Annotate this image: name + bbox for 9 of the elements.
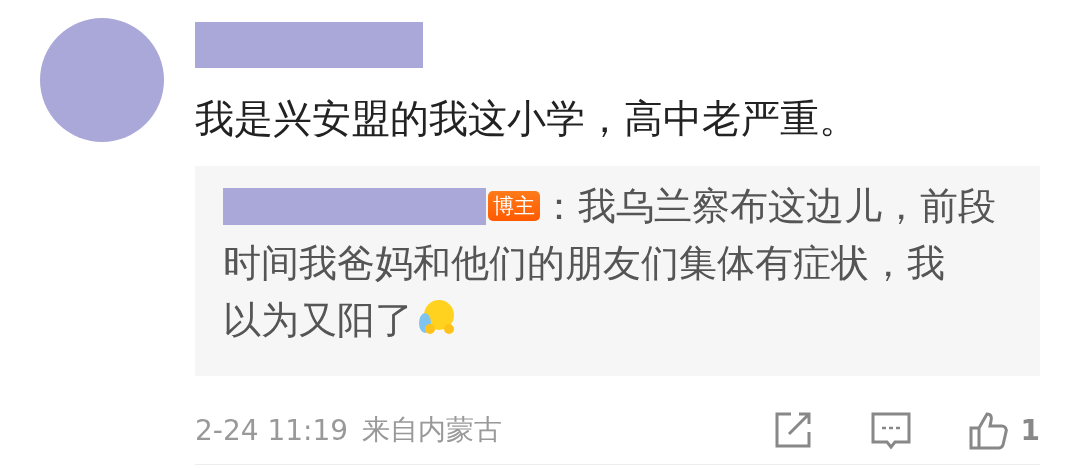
- reply-text: 时间我爸妈和他们的朋友们集体有症状，我: [223, 241, 945, 285]
- like-count: 1: [1020, 413, 1040, 447]
- author-badge: 博主: [488, 191, 540, 221]
- timestamp: 2-24 11:19: [195, 413, 349, 447]
- location: 来自内蒙古: [362, 412, 503, 448]
- emoji-icon: [417, 297, 457, 337]
- reply-text: ：我乌兰察布这边儿，前段: [540, 184, 996, 228]
- comment-text: 我是兴安盟的我这小学，高中老严重。: [195, 95, 859, 143]
- reply-text: 以为又阳了: [223, 298, 413, 342]
